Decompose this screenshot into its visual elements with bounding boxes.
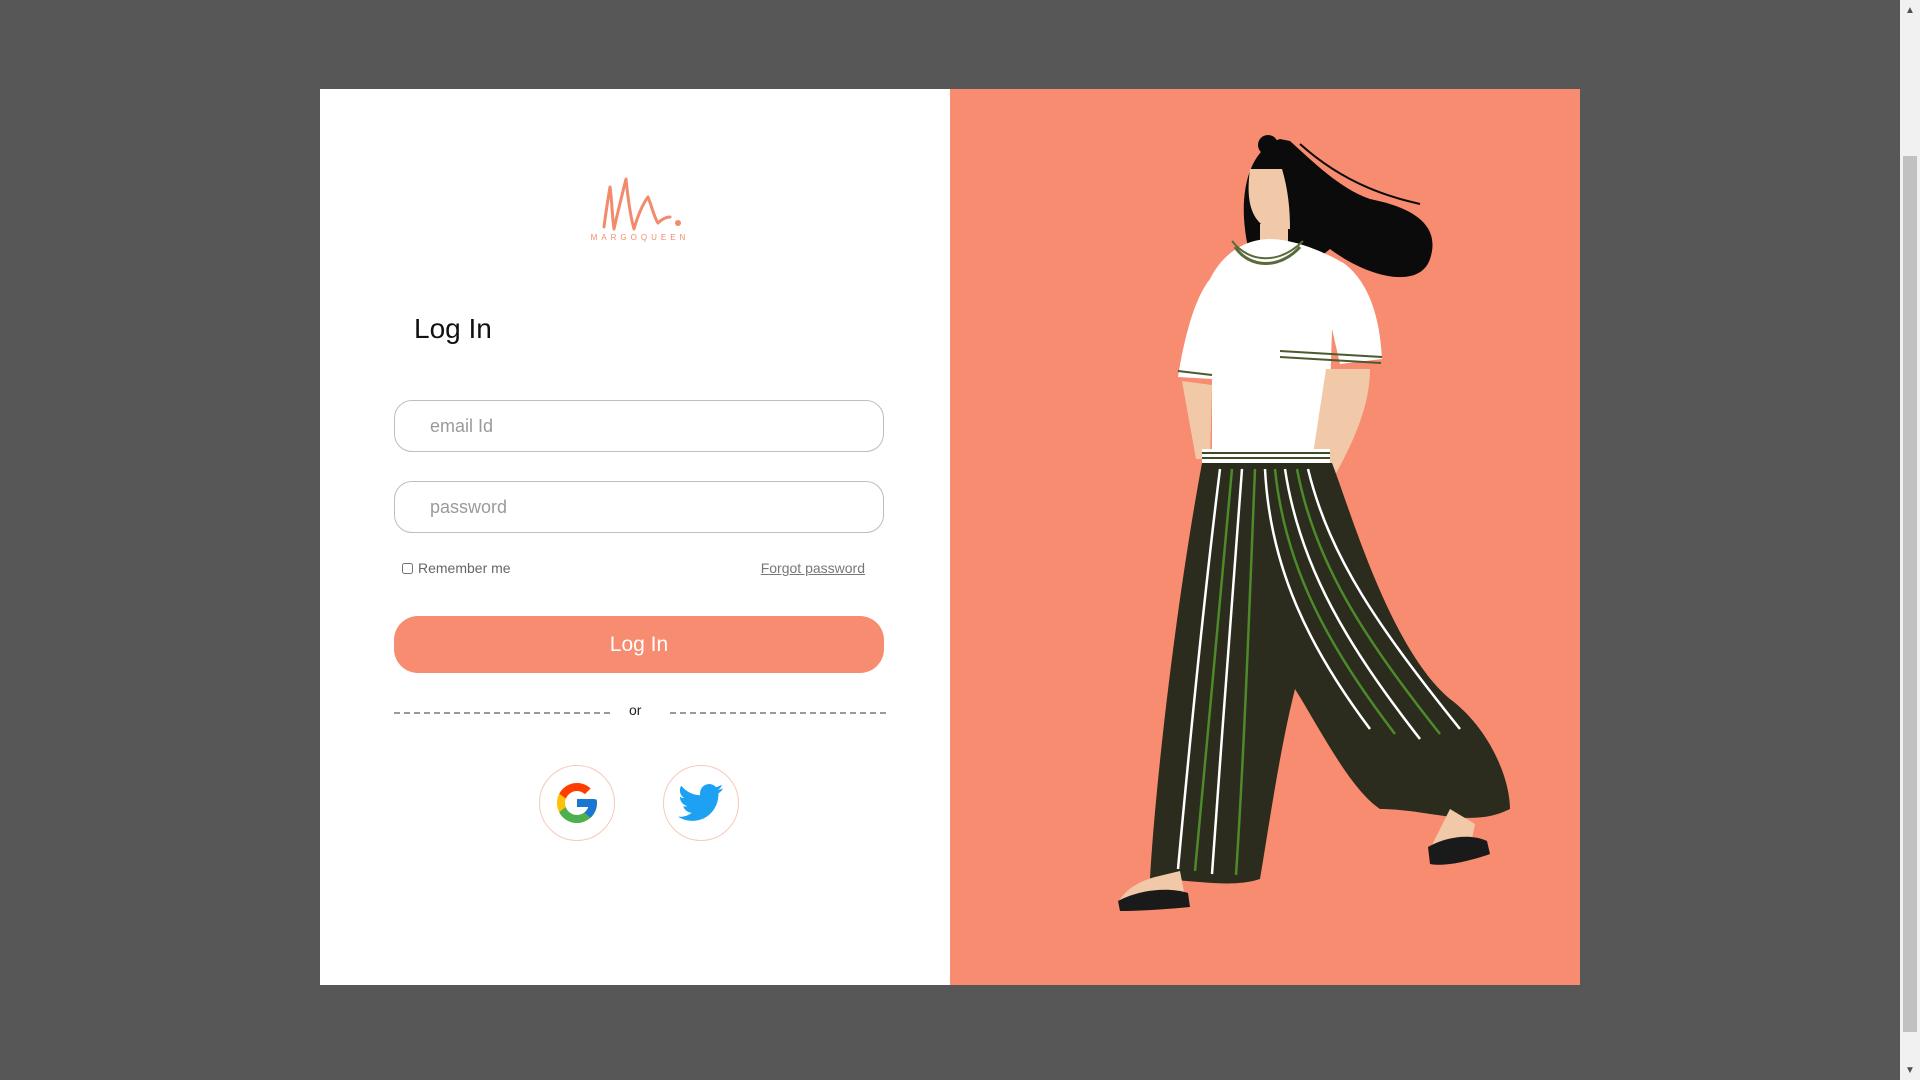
page-viewport: MARGOQUEEN Log In Remember me Forgot pas… xyxy=(0,0,1900,1080)
google-icon xyxy=(557,783,597,823)
scroll-down-arrow-icon[interactable]: ▼ xyxy=(1900,1060,1920,1080)
divider-right xyxy=(670,712,886,714)
vertical-scrollbar[interactable]: ▲ ▼ xyxy=(1900,0,1920,1080)
page-title: Log In xyxy=(414,313,492,344)
remember-me[interactable]: Remember me xyxy=(402,560,511,576)
login-form-panel: MARGOQUEEN Log In Remember me Forgot pas… xyxy=(320,89,950,985)
forgot-password-link[interactable]: Forgot password xyxy=(761,560,865,576)
scroll-up-arrow-icon[interactable]: ▲ xyxy=(1900,0,1920,20)
logo-mark-icon xyxy=(602,177,681,231)
login-card: MARGOQUEEN Log In Remember me Forgot pas… xyxy=(320,89,1580,985)
logo-subtitle: MARGOQUEEN xyxy=(590,233,690,242)
remember-me-checkbox[interactable] xyxy=(402,562,413,574)
google-login-button[interactable] xyxy=(539,765,615,841)
woman-walking-illustration xyxy=(1118,135,1510,911)
email-field[interactable] xyxy=(394,400,884,452)
twitter-login-button[interactable] xyxy=(663,765,739,841)
illustration-panel xyxy=(950,89,1580,985)
brand-logo: MARGOQUEEN xyxy=(588,171,692,247)
divider-left xyxy=(394,712,610,714)
login-button[interactable]: Log In xyxy=(394,616,884,673)
twitter-icon xyxy=(678,784,724,821)
remember-me-label: Remember me xyxy=(418,560,511,576)
divider-text: or xyxy=(629,702,642,718)
password-field[interactable] xyxy=(394,481,884,533)
scroll-thumb[interactable] xyxy=(1903,156,1917,1032)
